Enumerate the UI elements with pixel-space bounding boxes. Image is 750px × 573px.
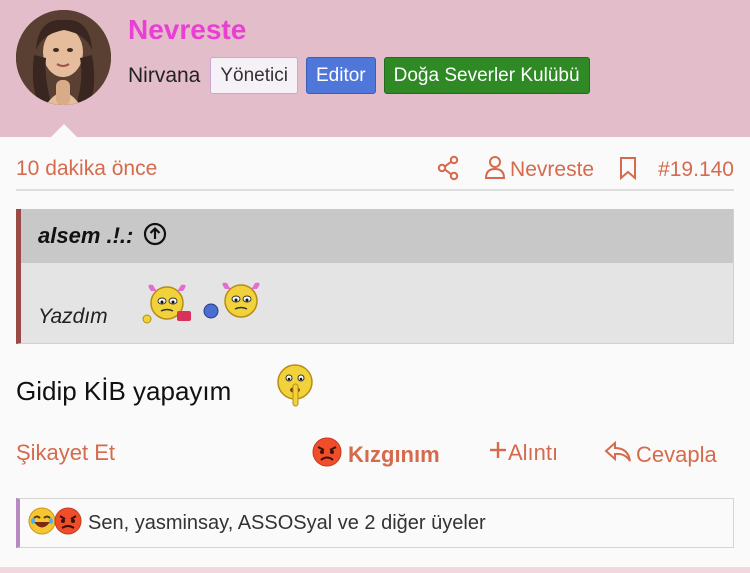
quote-block: alsem .!.: Yazdım — [16, 209, 734, 344]
post-message: Gidip KİB yapayım — [16, 376, 232, 406]
user-title: Nirvana — [128, 63, 201, 87]
quote-text: Yazdım — [38, 305, 108, 328]
bottom-divider — [0, 567, 750, 573]
reaction-label: Kızgınım — [348, 441, 440, 467]
post-number[interactable]: #19.140 — [658, 158, 734, 182]
user-header: Nevreste Nirvana Yönetici Editor Doğa Se… — [0, 0, 750, 138]
header-notch — [50, 124, 78, 138]
user-meta-row: Nirvana Yönetici Editor Doğa Severler Ku… — [128, 57, 590, 94]
plus-icon — [488, 440, 508, 466]
badge-yonetici: Yönetici — [210, 57, 298, 94]
quote-label: Alıntı — [508, 440, 559, 465]
post-meta-tools: Nevreste #19.140 — [436, 155, 734, 185]
post-meta-bar: 10 dakika önce Nevreste #19.140 — [16, 155, 734, 191]
reply-label: Cevapla — [636, 442, 717, 467]
report-button[interactable]: Şikayet Et — [16, 440, 115, 466]
quote-body: Yazdım — [21, 263, 733, 343]
username[interactable]: Nevreste — [128, 14, 246, 46]
bookmark-icon[interactable] — [618, 156, 638, 185]
reactions-summary-text: Sen, yasminsay, ASSOSyal ve 2 diğer üyel… — [88, 511, 486, 534]
arrow-up-circle-icon[interactable] — [143, 222, 167, 251]
quote-header: alsem .!.: — [21, 209, 733, 263]
badge-club: Doğa Severler Kulübü — [383, 57, 590, 94]
post-author-name: Nevreste — [510, 158, 595, 181]
badge-editor: Editor — [305, 57, 376, 94]
angry-face-icon — [54, 507, 82, 540]
avatar[interactable] — [16, 10, 111, 105]
shush-smiley-icon — [274, 362, 316, 415]
post-author-link[interactable]: Nevreste — [484, 155, 594, 185]
user-icon — [484, 155, 510, 185]
post-time[interactable]: 10 dakika önce — [16, 157, 157, 181]
reaction-button[interactable]: Kızgınım — [312, 437, 440, 472]
smiley-girl-icon — [137, 277, 201, 332]
reactions-summary-bar[interactable]: Sen, yasminsay, ASSOSyal ve 2 diğer üyel… — [16, 498, 734, 548]
quote-button[interactable]: Alıntı — [488, 440, 558, 466]
laughing-face-icon — [28, 507, 56, 540]
reply-icon — [604, 440, 636, 470]
post-actions: Şikayet Et Kızgınım Alıntı Cevapla — [16, 437, 734, 472]
smiley-girl-icon — [201, 277, 271, 332]
share-icon[interactable] — [436, 155, 460, 186]
angry-face-icon — [312, 437, 342, 472]
reply-button[interactable]: Cevapla — [604, 440, 717, 470]
quote-author[interactable]: alsem .!.: — [38, 223, 133, 249]
